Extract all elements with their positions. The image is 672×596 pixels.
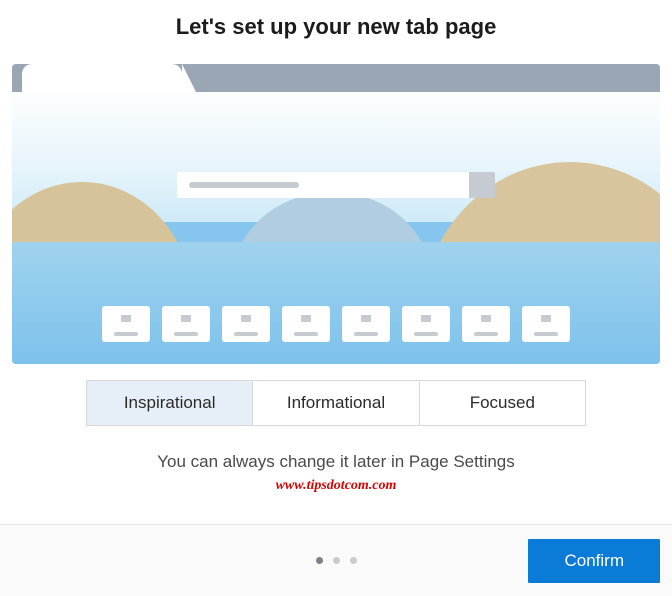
step-dot-2	[333, 557, 340, 564]
layout-preview	[12, 64, 660, 364]
step-indicator	[316, 557, 357, 564]
step-dot-1	[316, 557, 323, 564]
preview-tile	[102, 306, 150, 342]
preview-search-button	[469, 172, 495, 198]
preview-tile	[222, 306, 270, 342]
preview-search-field	[177, 172, 469, 198]
preview-tile	[342, 306, 390, 342]
preview-content	[12, 92, 660, 364]
footer: Confirm	[0, 524, 672, 596]
layout-options: Inspirational Informational Focused	[86, 380, 586, 426]
option-informational[interactable]: Informational	[252, 381, 418, 425]
page-title: Let's set up your new tab page	[0, 0, 672, 64]
preview-tile	[522, 306, 570, 342]
preview-tab	[22, 64, 182, 92]
hint-text: You can always change it later in Page S…	[0, 452, 672, 472]
watermark: www.tipsdotcom.com	[0, 478, 672, 494]
preview-tile	[162, 306, 210, 342]
preview-tile	[402, 306, 450, 342]
option-inspirational[interactable]: Inspirational	[87, 381, 252, 425]
preview-water	[12, 242, 660, 364]
preview-tile	[462, 306, 510, 342]
confirm-button[interactable]: Confirm	[528, 539, 660, 583]
option-focused[interactable]: Focused	[419, 381, 585, 425]
preview-tile	[282, 306, 330, 342]
preview-searchbar	[177, 172, 495, 198]
preview-tiles	[102, 306, 570, 342]
step-dot-3	[350, 557, 357, 564]
